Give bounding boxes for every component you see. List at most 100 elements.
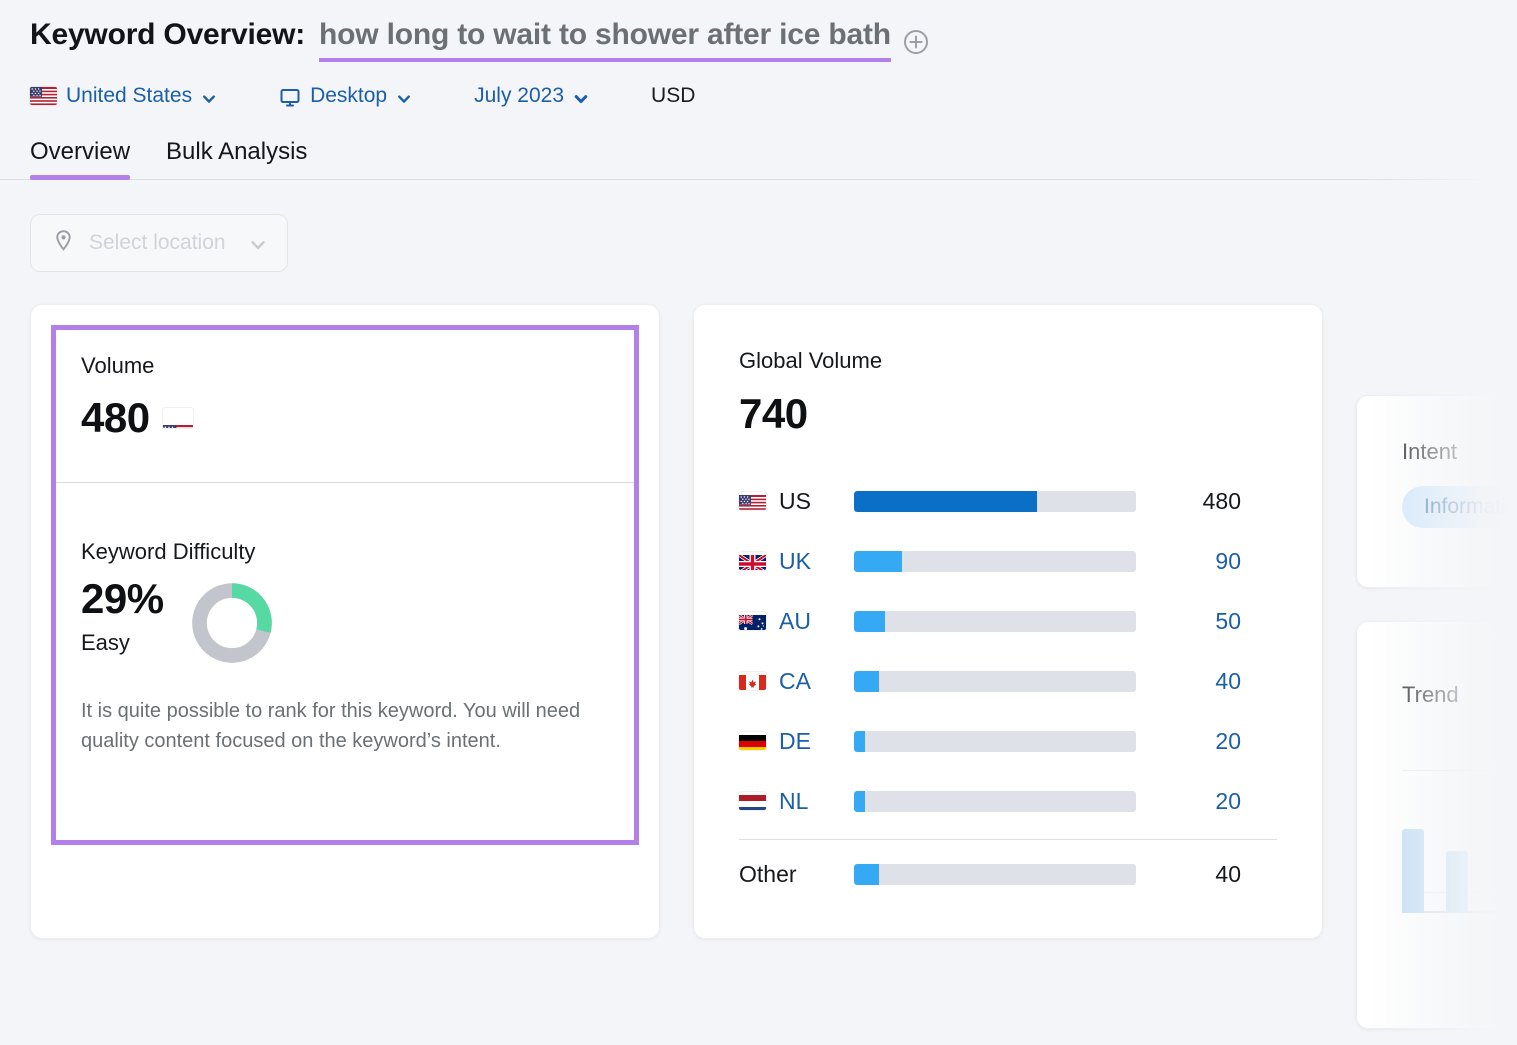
volume-bar-fill — [854, 491, 1037, 512]
location-row: Select location — [0, 180, 1517, 272]
volume-value: 90 — [1136, 548, 1241, 575]
us-flag-icon — [30, 87, 57, 105]
country-cell-uk[interactable]: UK — [739, 548, 854, 575]
keyword-difficulty-value: 29% — [81, 577, 164, 621]
volume-bar-track — [854, 491, 1136, 512]
de-flag-icon — [739, 732, 766, 750]
intent-card: Intent Informational — [1356, 395, 1517, 588]
location-placeholder: Select location — [89, 231, 226, 255]
date-filter-label: July 2023 — [474, 84, 564, 108]
keyword-difficulty-label: Keyword Difficulty — [81, 539, 609, 565]
keyword-difficulty-block: Keyword Difficulty 29% Easy It is quite … — [81, 539, 609, 756]
table-row[interactable]: AU 50 — [739, 591, 1277, 651]
keyword-value: how long to wait to shower after ice bat… — [319, 18, 891, 62]
volume-value: 50 — [1136, 608, 1241, 635]
volume-bar-track — [854, 731, 1136, 752]
us-flag-icon — [163, 408, 193, 428]
global-volume-list: US 480 — [739, 471, 1277, 904]
volume-value: 20 — [1136, 728, 1241, 755]
table-row-other: Other 40 — [739, 844, 1277, 904]
map-pin-icon — [51, 228, 76, 258]
trend-gridline — [1402, 770, 1517, 771]
volume-bar-track — [854, 791, 1136, 812]
tab-overview[interactable]: Overview — [30, 138, 130, 180]
tab-bulk-analysis[interactable]: Bulk Analysis — [166, 138, 307, 180]
country-cell-nl[interactable]: NL — [739, 788, 854, 815]
volume-value: 40 — [1136, 668, 1241, 695]
global-volume-total: 740 — [739, 390, 1277, 438]
us-flag-icon — [739, 492, 766, 510]
card-divider — [56, 482, 634, 483]
volume-value: 480 — [1136, 488, 1241, 515]
trend-label: Trend — [1402, 682, 1517, 708]
plus-circle-icon[interactable] — [903, 29, 929, 55]
table-row[interactable]: UK 90 — [739, 531, 1277, 591]
volume-bar-track — [854, 864, 1136, 885]
other-label: Other — [739, 861, 854, 888]
volume-bar-fill — [854, 551, 902, 572]
device-filter-label: Desktop — [310, 84, 387, 108]
tab-bar: Overview Bulk Analysis — [0, 138, 1517, 180]
keyword-difficulty-rating: Easy — [81, 630, 164, 656]
location-select[interactable]: Select location — [30, 214, 288, 272]
volume-bar-fill — [854, 611, 885, 632]
keyword-wrap: how long to wait to shower after ice bat… — [319, 18, 929, 62]
tabs: Overview Bulk Analysis — [30, 138, 1517, 180]
monitor-icon — [279, 87, 301, 109]
volume-bar-track — [854, 671, 1136, 692]
country-filter[interactable]: United States — [30, 84, 217, 108]
title-row: Keyword Overview: how long to wait to sh… — [30, 18, 1517, 62]
list-divider — [739, 839, 1277, 840]
volume-value-row: 480 — [81, 395, 609, 441]
volume-bar-fill — [854, 731, 865, 752]
volume-label: Volume — [81, 353, 609, 379]
date-filter[interactable]: July 2023 — [474, 84, 589, 108]
nl-flag-icon — [739, 792, 766, 810]
table-row[interactable]: DE 20 — [739, 711, 1277, 771]
uk-flag-icon — [739, 552, 766, 570]
volume-bar-fill — [854, 791, 865, 812]
volume-bar-track — [854, 611, 1136, 632]
chevron-down-icon — [396, 89, 412, 105]
currency-value: USD — [651, 84, 695, 108]
table-row[interactable]: NL 20 — [739, 771, 1277, 831]
chevron-down-icon — [573, 89, 589, 105]
trend-bar — [1446, 851, 1468, 913]
cards-row: Volume 480 — [0, 272, 1517, 939]
volume-card: Volume 480 — [30, 304, 660, 939]
trend-card: Trend — [1356, 621, 1517, 1029]
country-code: NL — [779, 788, 808, 815]
country-cell-de[interactable]: DE — [739, 728, 854, 755]
country-cell-ca[interactable]: CA — [739, 668, 854, 695]
table-row[interactable]: US 480 — [739, 471, 1277, 531]
intent-badge: Informational — [1402, 486, 1517, 528]
chevron-down-icon — [249, 236, 265, 252]
keyword-difficulty-text: 29% Easy — [81, 577, 164, 656]
global-volume-card: Global Volume 740 US — [693, 304, 1323, 939]
country-code: UK — [779, 548, 811, 575]
filter-bar: United States Desktop July 2023 — [30, 84, 1517, 108]
intent-label: Intent — [1402, 439, 1517, 465]
page-header: Keyword Overview: how long to wait to sh… — [0, 0, 1517, 108]
volume-bar-fill — [854, 864, 879, 885]
volume-highlight-box: Volume 480 — [51, 325, 639, 845]
table-row[interactable]: CA 40 — [739, 651, 1277, 711]
global-volume-label: Global Volume — [739, 348, 1277, 374]
volume-value: 480 — [81, 395, 150, 441]
keyword-difficulty-donut-chart — [188, 579, 276, 667]
device-filter[interactable]: Desktop — [279, 84, 412, 108]
right-cards-stack: Intent Informational Trend — [1356, 395, 1517, 1029]
keyword-difficulty-description: It is quite possible to rank for this ke… — [81, 696, 609, 756]
trend-bar — [1402, 829, 1424, 913]
ca-flag-icon — [739, 672, 766, 690]
country-cell-au[interactable]: AU — [739, 608, 854, 635]
country-cell-us[interactable]: US — [739, 488, 854, 515]
volume-value: 40 — [1136, 861, 1241, 888]
keyword-difficulty-row: 29% Easy — [81, 577, 609, 667]
country-code: US — [779, 488, 811, 515]
volume-value: 20 — [1136, 788, 1241, 815]
chevron-down-icon — [201, 89, 217, 105]
country-code: DE — [779, 728, 811, 755]
au-flag-icon — [739, 612, 766, 630]
volume-bar-fill — [854, 671, 879, 692]
